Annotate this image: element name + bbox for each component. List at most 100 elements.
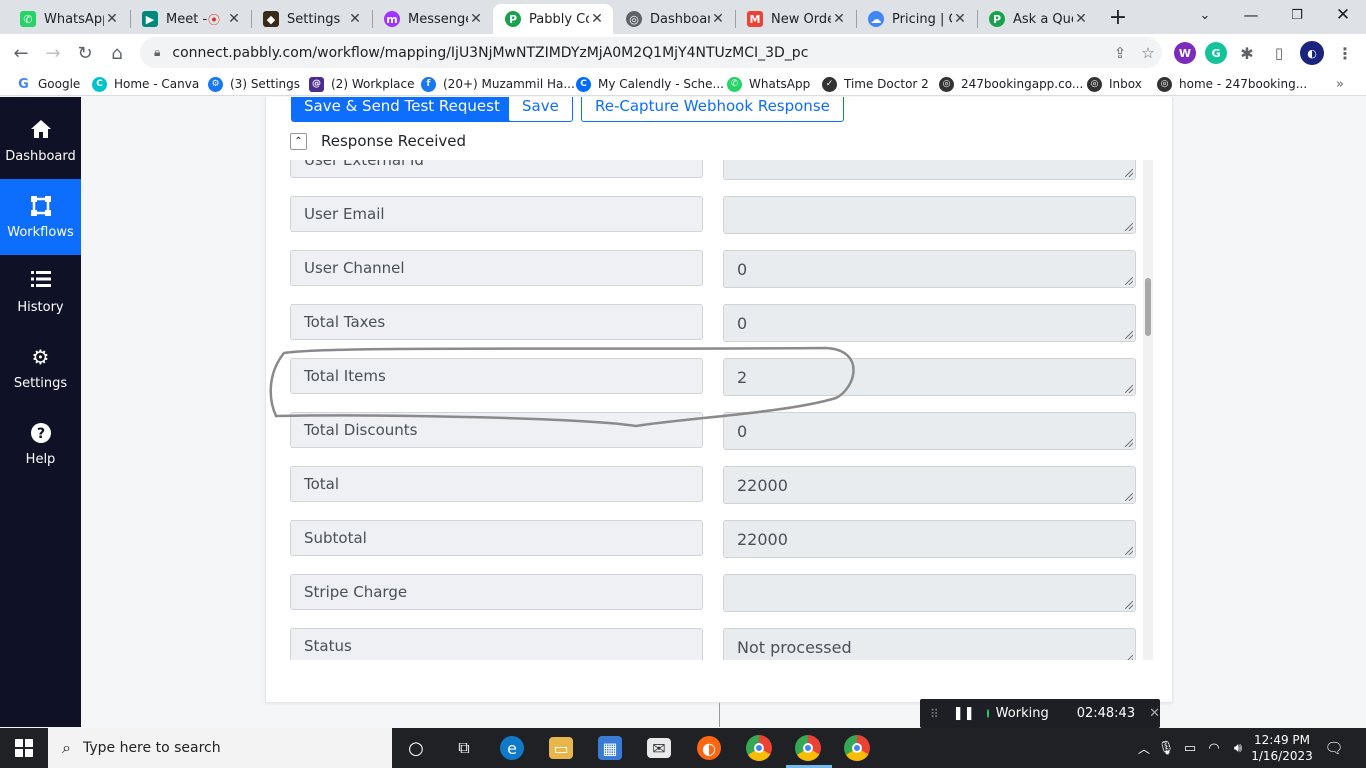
notifications-icon[interactable]: 🗨︎	[1320, 734, 1348, 762]
tab-settings[interactable]: ◆ Settings ✕	[251, 4, 371, 34]
field-value[interactable]	[723, 574, 1136, 612]
resize-grip-icon[interactable]	[1125, 385, 1133, 393]
firefox-icon[interactable]: ◐	[697, 736, 721, 760]
grammarly-icon[interactable]: G	[1205, 42, 1227, 64]
share-icon[interactable]: ⇪	[1106, 44, 1134, 62]
resize-grip-icon[interactable]	[1125, 439, 1133, 447]
taskbar-search-box[interactable]: ⌕ Type here to search	[48, 728, 392, 768]
tab-search-button[interactable]: ⌄	[1182, 0, 1228, 30]
file-explorer-icon[interactable]: ▭	[549, 737, 573, 759]
bookmarks-overflow-icon[interactable]: »	[1336, 75, 1344, 93]
close-icon[interactable]: ✕	[952, 11, 968, 27]
windows-start-icon[interactable]	[10, 734, 38, 762]
chrome-profile-2-icon[interactable]	[844, 735, 870, 761]
recapture-webhook-response-button[interactable]: Re-Capture Webhook Response	[581, 97, 844, 122]
resize-grip-icon[interactable]	[1125, 277, 1133, 285]
tab-dashboard[interactable]: ◎ Dashboard ✕	[614, 4, 734, 34]
resize-grip-icon[interactable]	[1125, 331, 1133, 339]
close-icon[interactable]: ✕	[468, 11, 484, 27]
close-icon[interactable]: ✕	[226, 11, 242, 27]
extension-w-icon[interactable]: W	[1174, 42, 1196, 64]
app-sidebar: Dashboard Workflows History ⚙ Settings ?…	[0, 97, 81, 727]
response-received-toggle[interactable]: ⌃ Response Received	[290, 132, 466, 150]
address-bar[interactable]: 🔒︎ connect.pabbly.com/workflow/mapping/I…	[140, 37, 1162, 68]
bookmark-time-doctor[interactable]: ✓ Time Doctor 2	[822, 75, 929, 93]
close-icon[interactable]: ✕	[347, 11, 363, 27]
tab-gmail[interactable]: M New Orde ✕	[735, 4, 855, 34]
resize-grip-icon[interactable]	[1125, 601, 1133, 609]
field-label: Total Items	[290, 358, 703, 394]
back-button[interactable]: ←	[6, 38, 36, 68]
resize-grip-icon[interactable]	[1125, 223, 1133, 231]
tab-whatsapp[interactable]: ✆ WhatsApp ✕	[8, 4, 128, 34]
restore-button[interactable]: ❐	[1274, 0, 1320, 30]
list-scrollbar-thumb[interactable]	[1145, 278, 1151, 336]
resize-grip-icon[interactable]	[1125, 169, 1133, 177]
profile-avatar[interactable]: ◐	[1300, 41, 1324, 65]
home-button[interactable]: ⌂	[102, 38, 132, 68]
field-value[interactable]	[723, 196, 1136, 234]
forward-button[interactable]: →	[38, 38, 68, 68]
list-scrollbar[interactable]	[1143, 160, 1153, 660]
bookmark-workplace[interactable]: @ (2) Workplace	[309, 75, 414, 93]
task-view-icon[interactable]: ⧉	[450, 734, 478, 762]
field-value[interactable]: 2	[723, 358, 1136, 396]
chrome-icon[interactable]	[746, 735, 772, 761]
tab-ask-a-question[interactable]: P Ask a Que ✕	[977, 4, 1097, 34]
bookmark-settings[interactable]: ⚙ (3) Settings	[208, 75, 300, 93]
bookmark-247bookingapp[interactable]: ◎ 247bookingapp.co...	[939, 75, 1083, 93]
save-send-test-request-button[interactable]: Save & Send Test Request	[291, 97, 513, 122]
mail-icon[interactable]: ✉	[647, 738, 671, 758]
tab-meet[interactable]: ▶ Meet - ⦿ ✕	[130, 4, 250, 34]
bookmark-star-icon[interactable]: ☆	[1134, 44, 1162, 62]
field-value[interactable]: 22000	[723, 466, 1136, 504]
sidebar-item-dashboard[interactable]: Dashboard	[0, 103, 81, 179]
field-value[interactable]: 0	[723, 412, 1136, 450]
tab-messenger[interactable]: m Messenger ✕	[372, 4, 492, 34]
resize-grip-icon[interactable]	[1125, 547, 1133, 555]
tab-pricing[interactable]: ☁ Pricing | C ✕	[856, 4, 976, 34]
close-icon[interactable]: ✕	[831, 11, 847, 27]
cortana-icon[interactable]: ○	[402, 734, 430, 762]
bookmark-facebook[interactable]: f (20+) Muzammil Ha...	[421, 75, 575, 93]
resize-grip-icon[interactable]	[1125, 655, 1133, 660]
minimize-button[interactable]: —	[1228, 0, 1274, 30]
close-icon[interactable]: ✕	[589, 11, 605, 27]
menu-icon[interactable]: ⋮	[1334, 42, 1356, 64]
chrome-profile-icon[interactable]	[795, 735, 821, 761]
drag-handle-icon[interactable]: ⠿	[930, 707, 939, 721]
close-icon[interactable]: ✕	[1073, 11, 1089, 27]
resize-grip-icon[interactable]	[1125, 493, 1133, 501]
reload-button[interactable]: ↻	[70, 38, 100, 68]
bookmark-google[interactable]: G Google	[16, 75, 80, 93]
bookmark-whatsapp[interactable]: ✆ WhatsApp	[727, 75, 810, 93]
sidebar-item-settings[interactable]: ⚙ Settings	[0, 330, 81, 406]
taskbar-clock[interactable]: 12:49 PM 1/16/2023	[1250, 732, 1314, 764]
edge-icon[interactable]: e	[500, 736, 524, 760]
volume-icon[interactable]: 🔊︎	[1224, 734, 1252, 762]
bookmark-home-247booking[interactable]: ◎ home - 247booking...	[1157, 75, 1307, 93]
close-icon[interactable]: ✕	[1149, 706, 1160, 721]
field-value[interactable]	[723, 160, 1136, 180]
new-tab-button[interactable]: +	[1100, 2, 1136, 32]
sidebar-item-history[interactable]: History	[0, 254, 81, 330]
extensions-puzzle-icon[interactable]: ✱	[1236, 42, 1258, 64]
sidebar-item-help[interactable]: ? Help	[0, 406, 81, 482]
microsoft-store-icon[interactable]: ▦	[598, 736, 622, 760]
field-value[interactable]: Not processed	[723, 628, 1136, 660]
side-panel-icon[interactable]: ▯	[1268, 42, 1290, 64]
sidebar-item-workflows[interactable]: Workflows	[0, 179, 81, 255]
bookmark-inbox[interactable]: ◎ Inbox	[1087, 75, 1142, 93]
window-close-button[interactable]: ✕	[1320, 0, 1366, 30]
field-value[interactable]: 22000	[723, 520, 1136, 558]
close-icon[interactable]: ✕	[104, 11, 120, 27]
close-icon[interactable]: ✕	[710, 11, 726, 27]
bookmark-calendly[interactable]: C My Calendly - Sche...	[576, 75, 724, 93]
pause-icon[interactable]: ❚❚	[953, 706, 975, 721]
field-value[interactable]: 0	[723, 250, 1136, 288]
bookmark-canva[interactable]: C Home - Canva	[92, 75, 199, 93]
field-value[interactable]: 0	[723, 304, 1136, 342]
status-dot-icon	[986, 709, 989, 718]
tab-pabbly-connect[interactable]: P Pabbly Co ✕	[493, 4, 613, 34]
save-button[interactable]: Save	[508, 97, 573, 122]
